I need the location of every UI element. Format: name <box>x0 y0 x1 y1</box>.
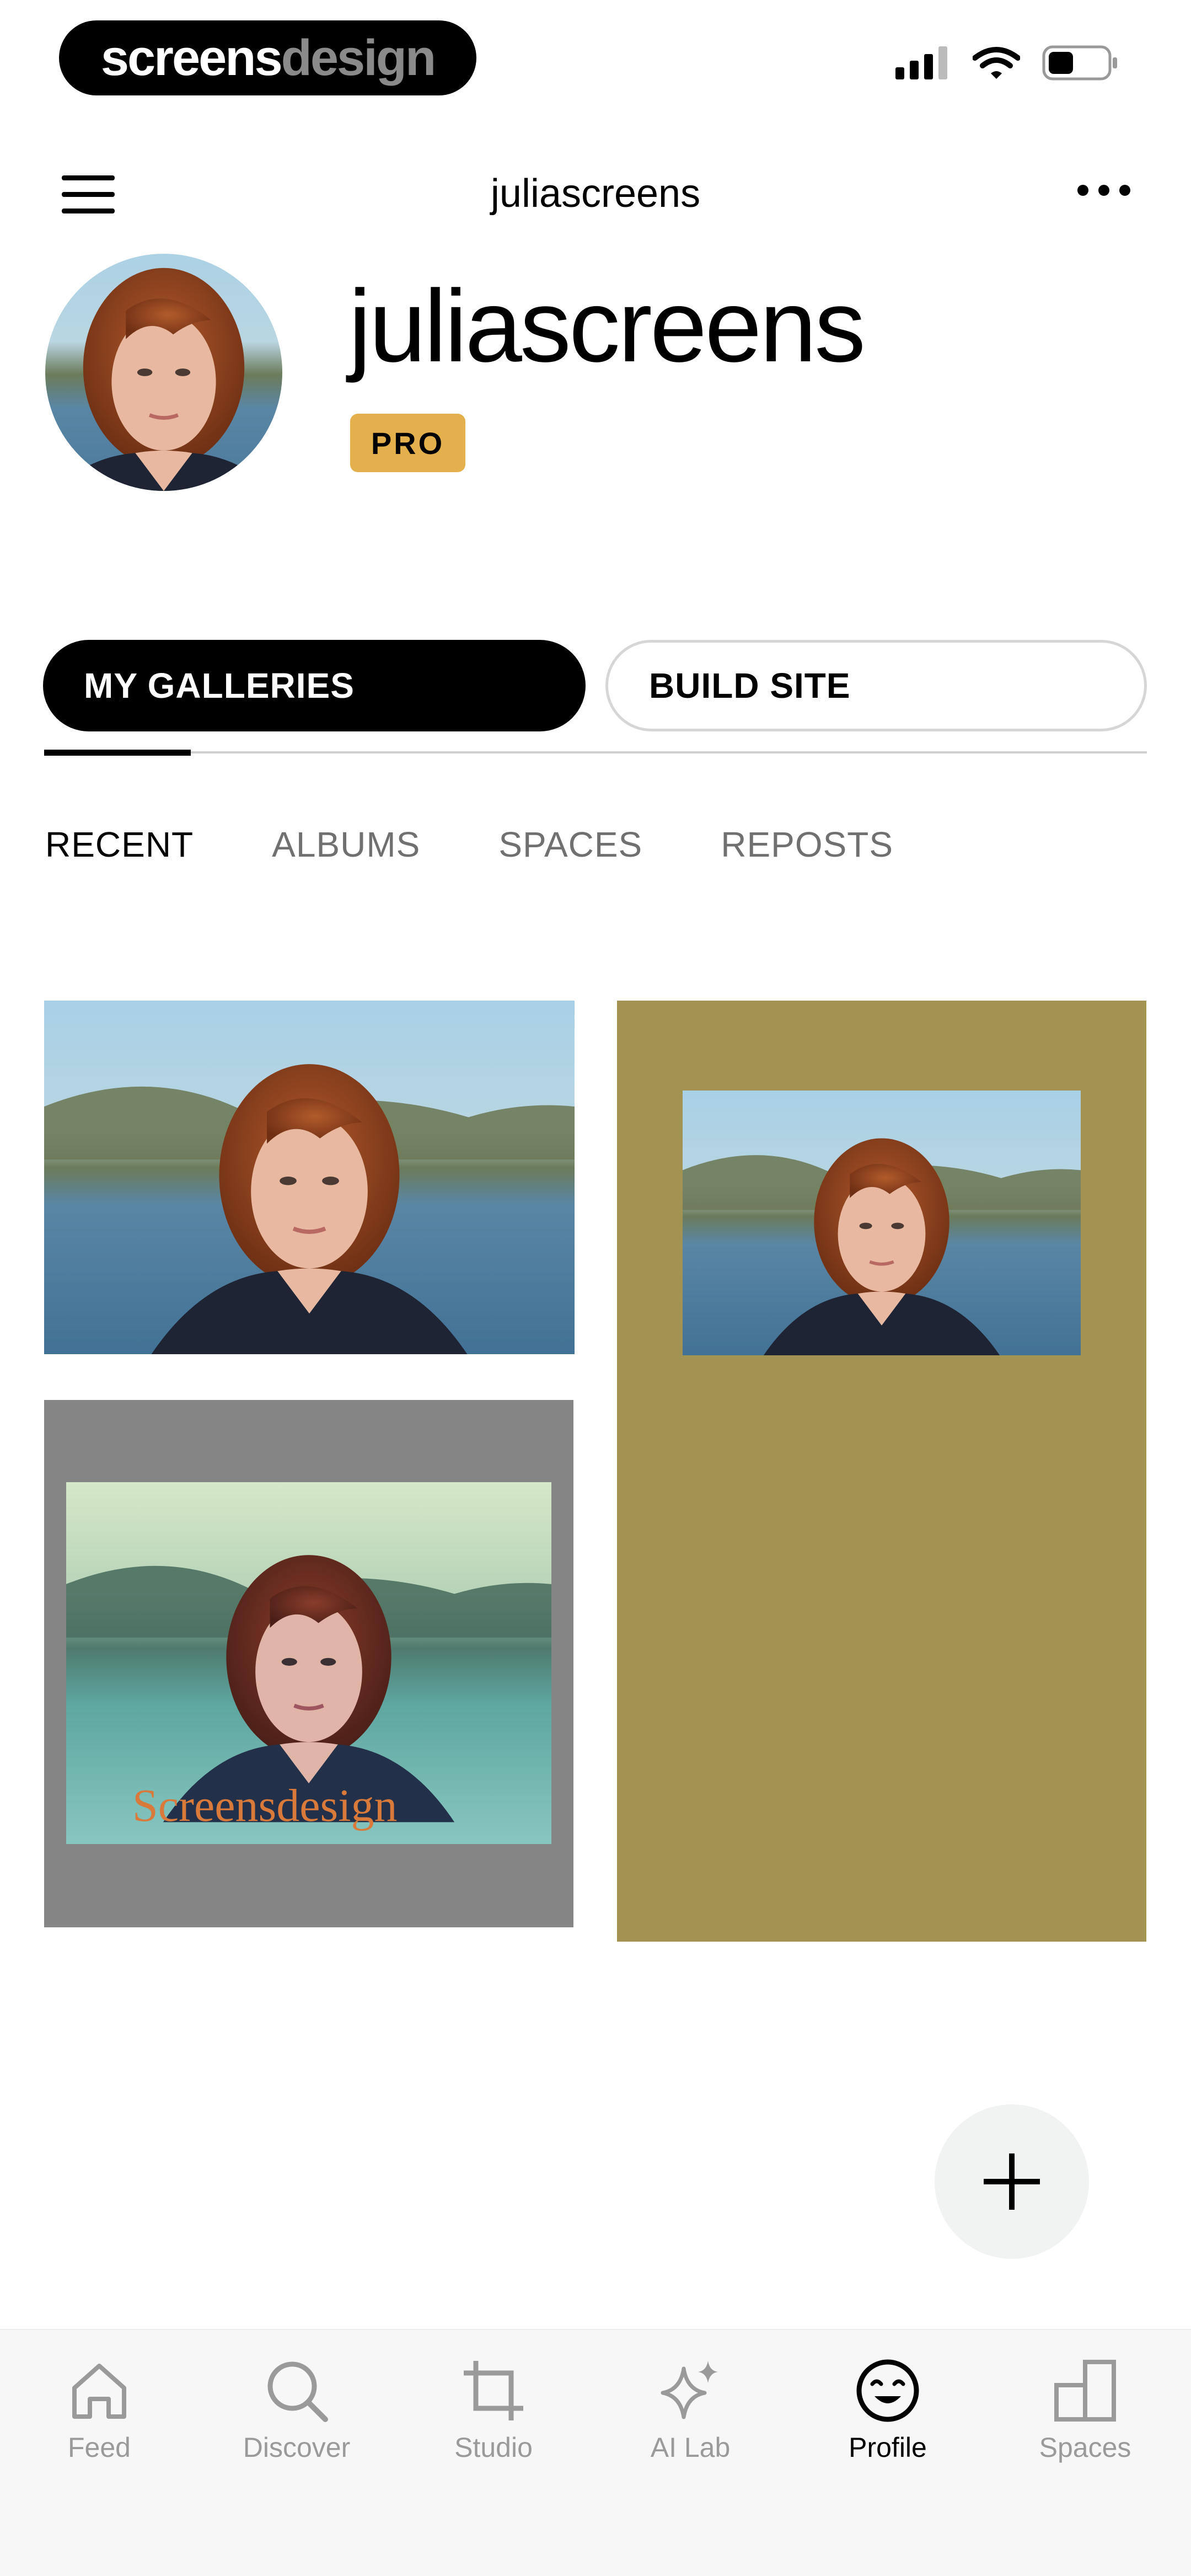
signal-icon <box>895 46 947 79</box>
my-galleries-button[interactable]: MY GALLERIES <box>43 640 586 731</box>
smile-icon <box>856 2359 919 2422</box>
tab-label: Studio <box>454 2432 533 2463</box>
tab-studio[interactable]: Studio <box>411 2352 576 2463</box>
search-icon <box>267 2361 328 2422</box>
gallery-card[interactable] <box>617 1001 1146 1942</box>
tab-recent[interactable]: RECENT <box>45 824 194 865</box>
tab-discover[interactable]: Discover <box>214 2352 379 2463</box>
nav-title: juliascreens <box>490 172 701 216</box>
gallery-card[interactable] <box>44 1400 573 1927</box>
spaces-icon <box>1054 2360 1116 2422</box>
segment-active-indicator <box>44 750 191 756</box>
photo-image <box>683 1091 1081 1355</box>
tab-label: Profile <box>849 2432 927 2463</box>
tab-spaces-nav[interactable]: Spaces <box>1002 2352 1168 2463</box>
bottom-tab-bar: Feed Discover Studio AI Lab Profile Spac… <box>0 2329 1191 2576</box>
watermark-text: Screensdesign <box>132 1780 398 1831</box>
sub-tabs: RECENT ALBUMS SPACES REPOSTS <box>45 824 972 865</box>
build-site-button[interactable]: BUILD SITE <box>605 640 1147 731</box>
tab-profile[interactable]: Profile <box>805 2352 970 2463</box>
brand-part-1: screens <box>100 29 283 86</box>
tab-ai-lab[interactable]: AI Lab <box>608 2352 773 2463</box>
tab-label: Feed <box>68 2432 131 2463</box>
pro-badge: PRO <box>350 414 465 472</box>
home-icon <box>72 2364 126 2419</box>
profile-name: juliascreens <box>348 269 866 383</box>
tab-albums[interactable]: ALBUMS <box>272 824 420 865</box>
wifi-icon <box>973 47 1020 79</box>
tab-spaces[interactable]: SPACES <box>498 824 642 865</box>
status-icons <box>895 45 1119 81</box>
add-button[interactable] <box>935 2104 1089 2259</box>
brand-part-2: design <box>281 29 436 86</box>
gallery-card[interactable] <box>44 1001 575 1354</box>
crop-icon <box>464 2361 523 2420</box>
more-options-icon[interactable] <box>1077 185 1130 196</box>
tab-label: Spaces <box>1039 2432 1131 2463</box>
status-bar: screens design <box>0 0 1191 116</box>
plus-icon <box>984 2153 1040 2210</box>
tab-label: AI Lab <box>650 2432 731 2463</box>
segment-divider <box>44 751 1147 753</box>
photo-image <box>44 1001 575 1354</box>
tab-reposts[interactable]: REPOSTS <box>721 824 893 865</box>
tab-feed[interactable]: Feed <box>17 2352 182 2463</box>
sparkle-icon <box>661 2361 718 2419</box>
avatar[interactable] <box>45 254 282 491</box>
top-nav: juliascreens <box>0 154 1191 232</box>
tab-label: Discover <box>243 2432 351 2463</box>
battery-icon <box>1042 45 1117 81</box>
brand-logo: screens design <box>59 20 476 95</box>
